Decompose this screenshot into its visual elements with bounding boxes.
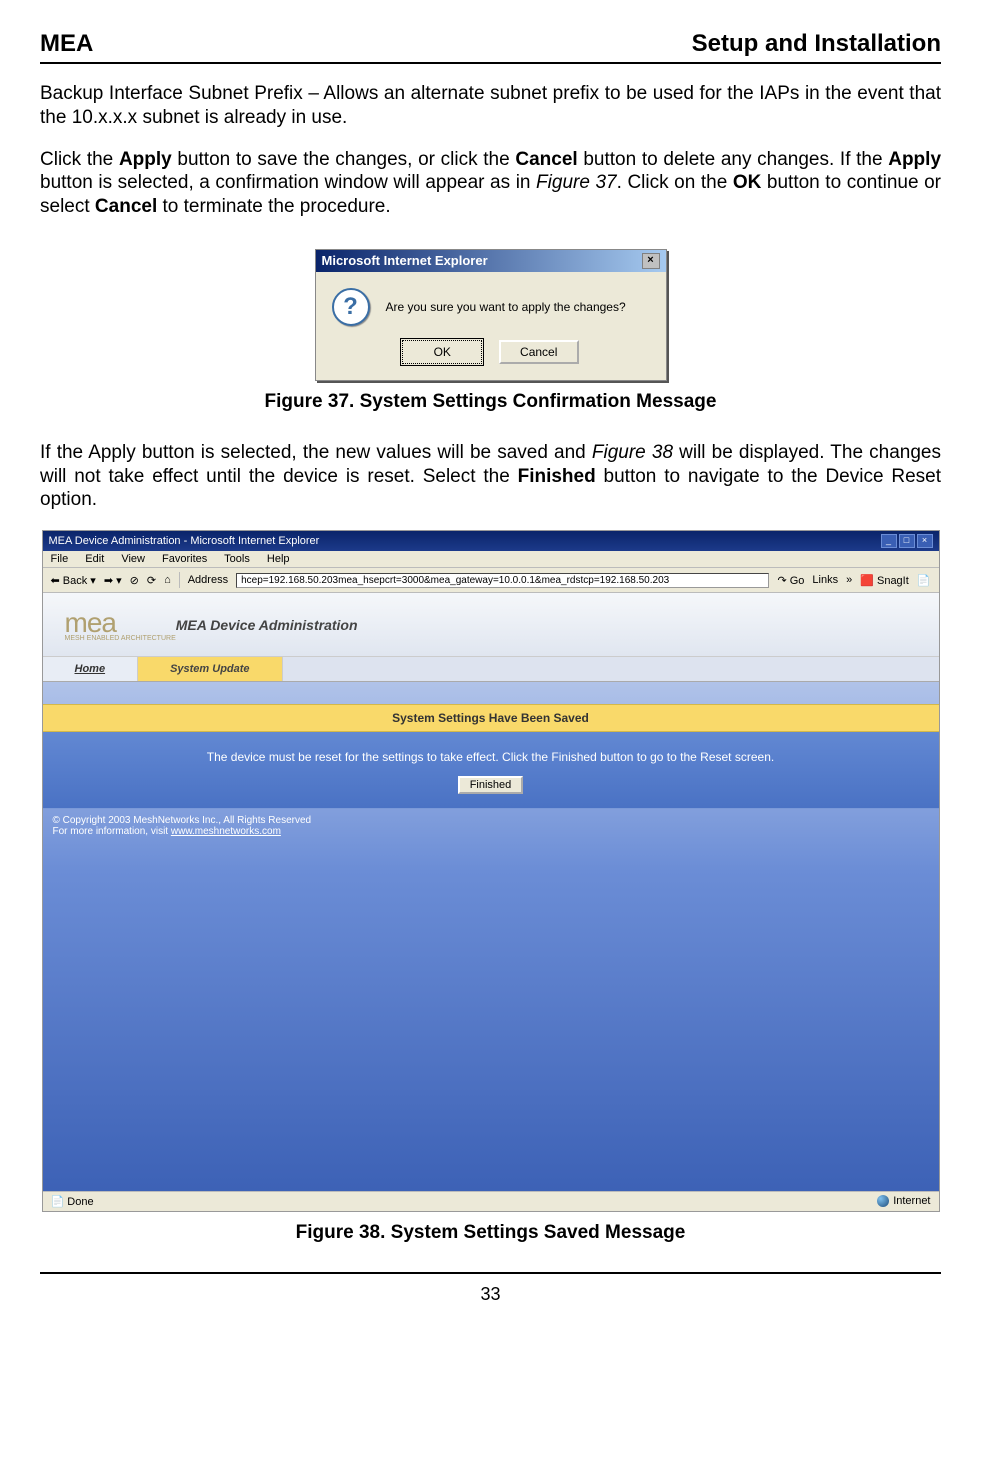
menu-tools[interactable]: Tools <box>224 553 250 565</box>
menu-view[interactable]: View <box>121 553 145 565</box>
italic-fig38: Figure 38 <box>592 442 673 463</box>
question-icon: ? <box>332 288 370 326</box>
header-right: Setup and Installation <box>692 30 941 58</box>
page-footer: 33 <box>40 1272 941 1305</box>
globe-icon <box>877 1195 889 1207</box>
stop-icon[interactable]: ⊘ <box>130 574 139 587</box>
status-left-text: Done <box>67 1196 93 1208</box>
figure37-caption: Figure 37. System Settings Confirmation … <box>40 391 941 413</box>
confirmation-dialog: Microsoft Internet Explorer × ? Are you … <box>315 249 667 381</box>
banner-title: MEA Device Administration <box>176 617 358 633</box>
spacer <box>43 682 939 704</box>
mea-logo: mea MESH ENABLED ARCHITECTURE <box>65 607 176 642</box>
text: If the Apply button is selected, the new… <box>40 442 592 463</box>
dialog-body: ? Are you sure you want to apply the cha… <box>316 272 666 334</box>
links-chevron-icon: » <box>846 574 852 586</box>
window-controls: _ □ × <box>881 534 933 548</box>
tab-system-update[interactable]: System Update <box>138 657 282 681</box>
address-label: Address <box>188 574 228 586</box>
tab-home[interactable]: Home <box>43 657 139 681</box>
go-button[interactable]: ↷ Go <box>777 574 804 587</box>
text: button to delete any changes. If the <box>578 149 889 170</box>
moreinfo-link[interactable]: www.meshnetworks.com <box>171 826 281 837</box>
text: to terminate the procedure. <box>157 196 390 217</box>
go-label: Go <box>790 575 805 587</box>
home-icon[interactable]: ⌂ <box>164 574 171 586</box>
paragraph-apply-instructions: Click the Apply button to save the chang… <box>40 148 941 219</box>
page-number: 33 <box>480 1284 500 1304</box>
status-right: Internet <box>877 1195 930 1208</box>
bold-cancel: Cancel <box>515 149 577 170</box>
message-text: The device must be reset for the setting… <box>53 750 929 764</box>
close-icon[interactable]: × <box>917 534 933 548</box>
dialog-title-text: Microsoft Internet Explorer <box>322 253 488 268</box>
minimize-icon[interactable]: _ <box>881 534 897 548</box>
dialog-message: Are you sure you want to apply the chang… <box>386 300 626 314</box>
menu-file[interactable]: File <box>51 553 69 565</box>
cancel-button[interactable]: Cancel <box>499 340 579 364</box>
bold-ok: OK <box>733 172 762 193</box>
moreinfo-text: For more information, visit <box>53 826 171 837</box>
bold-finished: Finished <box>518 466 596 487</box>
footer-text: © Copyright 2003 MeshNetworks Inc., All … <box>43 808 939 841</box>
message-area: The device must be reset for the setting… <box>43 732 939 808</box>
links-label[interactable]: Links <box>812 574 838 586</box>
text: . Click on the <box>617 172 733 193</box>
copyright-text: © Copyright 2003 MeshNetworks Inc., All … <box>53 815 929 826</box>
menu-bar: File Edit View Favorites Tools Help <box>43 551 939 568</box>
toolbar: ⬅ Back ▾ ➡ ▾ ⊘ ⟳ ⌂ Address hcep=192.168.… <box>43 568 939 593</box>
maximize-icon[interactable]: □ <box>899 534 915 548</box>
bold-cancel: Cancel <box>95 196 157 217</box>
dialog-buttons: OK Cancel <box>316 334 666 380</box>
back-button[interactable]: ⬅ Back ▾ <box>51 574 96 587</box>
paragraph-backup-prefix: Backup Interface Subnet Prefix – Allows … <box>40 82 941 130</box>
logo-subtext: MESH ENABLED ARCHITECTURE <box>65 635 176 642</box>
dialog-titlebar: Microsoft Internet Explorer × <box>316 250 666 272</box>
bold-apply: Apply <box>119 149 172 170</box>
menu-help[interactable]: Help <box>267 553 290 565</box>
page-header: MEA Setup and Installation <box>40 30 941 64</box>
nav-tabs: Home System Update <box>43 657 939 682</box>
address-input[interactable]: hcep=192.168.50.203mea_hsepcrt=3000&mea_… <box>236 573 769 588</box>
text: button is selected, a confirmation windo… <box>40 172 536 193</box>
figure38-caption: Figure 38. System Settings Saved Message <box>40 1222 941 1244</box>
back-label: Back <box>63 575 87 587</box>
window-titlebar: MEA Device Administration - Microsoft In… <box>43 531 939 551</box>
extra-icon[interactable]: 📄 <box>917 574 931 587</box>
text: button to save the changes, or click the <box>172 149 516 170</box>
status-left: 📄 Done <box>51 1195 94 1208</box>
close-icon[interactable]: × <box>642 253 660 269</box>
bold-apply: Apply <box>888 149 941 170</box>
admin-screenshot: MEA Device Administration - Microsoft In… <box>42 530 940 1212</box>
menu-edit[interactable]: Edit <box>85 553 104 565</box>
page-banner: mea MESH ENABLED ARCHITECTURE MEA Device… <box>43 593 939 657</box>
forward-button[interactable]: ➡ ▾ <box>104 574 122 587</box>
menu-favorites[interactable]: Favorites <box>162 553 207 565</box>
snagit-button[interactable]: 🟥 SnagIt <box>860 574 909 587</box>
snagit-label: SnagIt <box>877 575 909 587</box>
italic-fig37: Figure 37 <box>536 172 617 193</box>
paragraph-finished-instructions: If the Apply button is selected, the new… <box>40 441 941 512</box>
status-right-text: Internet <box>893 1195 930 1207</box>
finished-button[interactable]: Finished <box>458 776 524 794</box>
ok-button[interactable]: OK <box>402 340 482 364</box>
header-left: MEA <box>40 30 93 58</box>
text: Click the <box>40 149 119 170</box>
empty-area <box>43 841 939 1191</box>
refresh-icon[interactable]: ⟳ <box>147 574 156 587</box>
window-title: MEA Device Administration - Microsoft In… <box>49 535 320 547</box>
status-bar: 📄 Done Internet <box>43 1191 939 1211</box>
saved-heading: System Settings Have Been Saved <box>43 704 939 732</box>
